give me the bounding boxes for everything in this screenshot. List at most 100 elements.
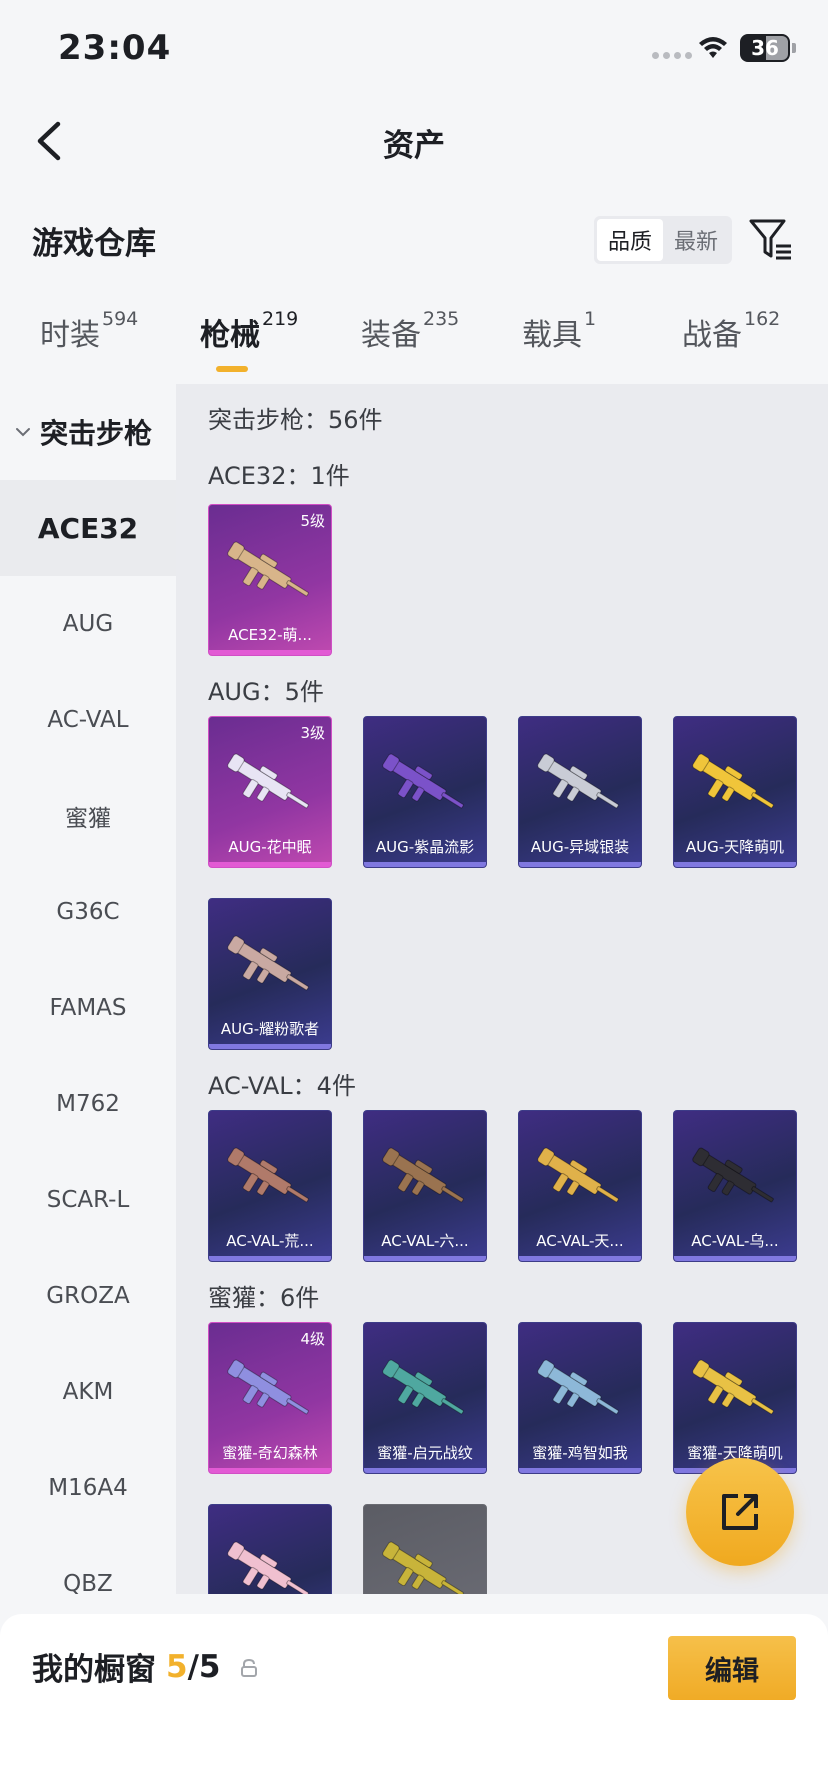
weapon-card[interactable]: 蜜獾-鸡智如我 bbox=[518, 1322, 642, 1474]
rarity-bar bbox=[209, 1044, 331, 1049]
sidebar-item[interactable]: 蜜獾 bbox=[0, 768, 176, 864]
rarity-bar bbox=[519, 1468, 641, 1473]
sidebar-group-assault-rifle[interactable]: 突击步枪 bbox=[0, 384, 176, 480]
showcase-count: 5 bbox=[166, 1648, 188, 1685]
weapon-card[interactable]: AC-VAL-乌... bbox=[673, 1110, 797, 1262]
weapon-card[interactable] bbox=[208, 1504, 332, 1594]
weapon-card[interactable]: 5级 ACE32-萌... bbox=[208, 504, 332, 656]
weapon-card[interactable]: 蜜獾-启元战纹 bbox=[363, 1322, 487, 1474]
card-name: AUG-紫晶流影 bbox=[375, 838, 475, 856]
weapon-card[interactable]: AUG-异域银装 bbox=[518, 716, 642, 868]
tab-label: 载具 bbox=[522, 318, 582, 353]
share-button[interactable] bbox=[686, 1458, 794, 1566]
card-name: AUG-天降萌叽 bbox=[685, 838, 785, 856]
card-name: 蜜獾-奇幻森林 bbox=[222, 1444, 318, 1462]
weapon-image bbox=[227, 1541, 309, 1594]
card-name: AUG-异域银装 bbox=[530, 838, 630, 856]
edit-button[interactable]: 编辑 bbox=[668, 1636, 796, 1700]
tab-firearms[interactable]: 枪械 219 bbox=[200, 308, 299, 370]
weapon-card[interactable]: AC-VAL-天... bbox=[518, 1110, 642, 1262]
weapon-image bbox=[692, 1147, 774, 1203]
chevron-down-icon bbox=[16, 428, 30, 437]
sidebar-item[interactable]: ACE32 bbox=[0, 480, 176, 576]
category-total: 突击步枪：56件 bbox=[208, 406, 383, 434]
weapon-image bbox=[537, 1359, 619, 1415]
card-name: AC-VAL-荒... bbox=[226, 1232, 314, 1250]
rarity-bar bbox=[519, 862, 641, 867]
sidebar-item[interactable]: AKM bbox=[0, 1344, 176, 1440]
weapon-card[interactable]: 3级 AUG-花中眠 bbox=[208, 716, 332, 868]
weapon-image bbox=[227, 1147, 309, 1203]
weapon-image bbox=[537, 1147, 619, 1203]
rarity-bar bbox=[209, 862, 331, 867]
weapon-image bbox=[692, 753, 774, 809]
card-name: AC-VAL-天... bbox=[536, 1232, 624, 1250]
sidebar-item[interactable]: QBZ bbox=[0, 1536, 176, 1594]
weapon-image bbox=[537, 753, 619, 809]
weapon-card[interactable] bbox=[363, 1504, 487, 1594]
showcase-label: 我的橱窗 5/5 bbox=[32, 1644, 220, 1689]
tab-vehicles[interactable]: 载具 1 bbox=[522, 308, 597, 370]
weapon-card[interactable]: 4级蜜獾-奇幻森林 bbox=[208, 1322, 332, 1474]
weapon-grid: 突击步枪：56件 ACE32：1件 5级 ACE32-萌... AUG：5件 3级… bbox=[176, 384, 828, 1594]
tab-label: 时装 bbox=[40, 318, 100, 353]
sidebar-item[interactable]: M16A4 bbox=[0, 1440, 176, 1536]
card-name: AC-VAL-六... bbox=[381, 1232, 469, 1250]
nav-bar: 资产 bbox=[0, 100, 828, 180]
card-name: 蜜獾-鸡智如我 bbox=[532, 1444, 628, 1462]
rarity-bar bbox=[364, 1468, 486, 1473]
weapon-image bbox=[227, 541, 309, 597]
active-tab-indicator bbox=[216, 366, 248, 372]
warehouse-header: 游戏仓库 品质 最新 bbox=[0, 210, 828, 270]
sidebar-item[interactable]: AC-VAL bbox=[0, 672, 176, 768]
cellular-signal-icon bbox=[652, 52, 692, 60]
weapon-card[interactable]: 蜜獾-天降萌叽 bbox=[673, 1322, 797, 1474]
filter-icon[interactable] bbox=[748, 216, 794, 262]
rarity-bar bbox=[519, 1256, 641, 1261]
tab-label: 装备 bbox=[361, 318, 421, 353]
sidebar-item[interactable]: M762 bbox=[0, 1056, 176, 1152]
sort-by-quality[interactable]: 品质 bbox=[597, 219, 663, 261]
weapon-card[interactable]: AC-VAL-荒... bbox=[208, 1110, 332, 1262]
tab-fashion[interactable]: 时装 594 bbox=[40, 308, 139, 370]
tab-equipment[interactable]: 装备 235 bbox=[361, 308, 460, 370]
weapon-card[interactable]: AC-VAL-六... bbox=[363, 1110, 487, 1262]
card-name: AC-VAL-乌... bbox=[691, 1232, 779, 1250]
weapon-image bbox=[227, 753, 309, 809]
tab-count: 219 bbox=[262, 308, 299, 330]
weapon-sidebar: 突击步枪 ACE32 AUG AC-VAL 蜜獾 G36C FAMAS M762… bbox=[0, 384, 176, 1594]
battery-icon: 36 bbox=[740, 34, 790, 62]
weapon-image bbox=[227, 1359, 309, 1415]
section-title: ACE32：1件 bbox=[208, 462, 350, 490]
section-title: AC-VAL：4件 bbox=[208, 1072, 356, 1100]
rarity-bar bbox=[674, 1256, 796, 1261]
sidebar-item[interactable]: G36C bbox=[0, 864, 176, 960]
tab-supplies[interactable]: 战备 162 bbox=[682, 308, 781, 370]
showcase-title: 我的橱窗 bbox=[32, 1652, 156, 1688]
warehouse-title: 游戏仓库 bbox=[32, 226, 156, 262]
category-tabs: 时装 594 枪械 219 装备 235 载具 1 战备 162 bbox=[0, 308, 828, 380]
showcase-bar: 我的橱窗 5/5 编辑 bbox=[0, 1614, 828, 1792]
tab-count: 235 bbox=[423, 308, 460, 330]
tab-count: 162 bbox=[744, 308, 781, 330]
card-level: 4级 bbox=[300, 1330, 325, 1348]
rarity-bar bbox=[209, 650, 331, 655]
section-title: 蜜獾：6件 bbox=[208, 1284, 320, 1312]
share-external-icon bbox=[722, 1494, 758, 1530]
tab-count: 1 bbox=[584, 308, 597, 330]
weapon-image bbox=[382, 1359, 464, 1415]
rarity-bar bbox=[364, 1256, 486, 1261]
sidebar-item[interactable]: FAMAS bbox=[0, 960, 176, 1056]
sidebar-item[interactable]: SCAR-L bbox=[0, 1152, 176, 1248]
weapon-image bbox=[382, 1541, 464, 1594]
sort-by-newest[interactable]: 最新 bbox=[663, 219, 729, 261]
rarity-bar bbox=[209, 1256, 331, 1261]
sidebar-item[interactable]: AUG bbox=[0, 576, 176, 672]
weapon-card[interactable]: AUG-紫晶流影 bbox=[363, 716, 487, 868]
weapon-image bbox=[382, 753, 464, 809]
sidebar-item[interactable]: GROZA bbox=[0, 1248, 176, 1344]
rarity-bar bbox=[674, 862, 796, 867]
tab-count: 594 bbox=[102, 308, 139, 330]
weapon-card[interactable]: AUG-耀粉歌者 bbox=[208, 898, 332, 1050]
weapon-card[interactable]: AUG-天降萌叽 bbox=[673, 716, 797, 868]
